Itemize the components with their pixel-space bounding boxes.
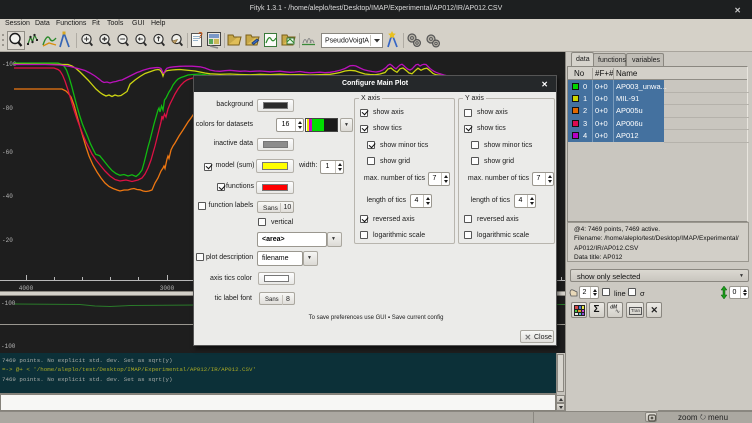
svg-text:PseudoVoigtA: PseudoVoigtA: [325, 38, 369, 45]
svg-text:-80: -80: [2, 105, 13, 112]
svg-text:-20: -20: [2, 237, 13, 244]
svg-text:-60: -60: [2, 149, 13, 156]
svg-text:-40: -40: [2, 193, 13, 200]
svg-text:?: ?: [198, 31, 203, 40]
